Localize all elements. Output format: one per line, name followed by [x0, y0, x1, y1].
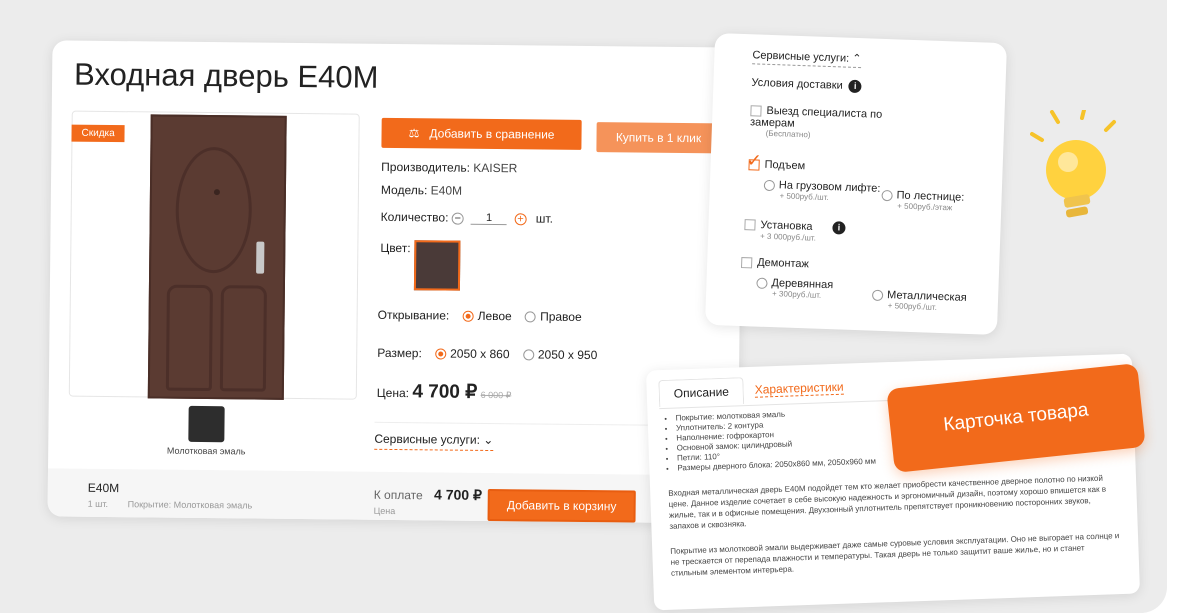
price-row: Цена: 4 700 ₽ 6 000 ₽ — [376, 381, 512, 403]
radio-size-860[interactable] — [435, 348, 447, 360]
scales-icon: ⚖ — [408, 126, 420, 141]
option-lift[interactable]: ✓ Подъем — [746, 150, 805, 172]
price-caption: Цена — [373, 505, 396, 517]
color-label: Цвет: — [380, 240, 411, 256]
door-image — [147, 114, 287, 400]
info-icon: i — [848, 79, 862, 94]
bar-qty: 1 шт. — [87, 498, 109, 510]
background: Входная дверь E40M Скидка Молотковая эма… — [0, 0, 1167, 613]
model-row: Модель: E40M — [380, 182, 463, 198]
opening-row: Открывание: Левое Правое — [377, 307, 582, 324]
plus-icon[interactable]: + — [514, 213, 527, 226]
services-toggle[interactable]: Сервисные услуги: ⌄ — [374, 431, 494, 452]
color-swatch[interactable] — [413, 240, 461, 291]
dismantle-metal[interactable]: Металлическая + 500руб./шт. — [871, 289, 967, 313]
tab-description[interactable]: Описание — [658, 377, 745, 408]
description-paragraph-1: Входная металлическая дверь E40M подойде… — [668, 473, 1107, 531]
quantity-input[interactable]: 1 — [471, 212, 508, 226]
checkbox-install — [744, 219, 756, 231]
swatch-label: Молотковая эмаль — [166, 445, 246, 457]
tab-specs[interactable]: Характеристики — [754, 379, 844, 398]
checkbox-dismantle — [741, 256, 753, 269]
option-visit[interactable]: Выезд специалиста по замерам (Бесплатно) — [750, 104, 891, 142]
minus-icon[interactable]: − — [451, 212, 464, 225]
add-to-compare-button[interactable]: ⚖ Добавить в сравнение — [381, 117, 582, 150]
lightbulb-icon — [1030, 110, 1116, 218]
product-image[interactable] — [68, 110, 360, 400]
bar-model: E40M — [87, 480, 120, 496]
option-install[interactable]: Установка i + 3 000руб./шт. — [744, 218, 846, 244]
texture-swatch[interactable] — [188, 405, 225, 443]
radio-size-950[interactable] — [522, 349, 534, 361]
add-to-cart-button[interactable]: Добавить в корзину — [487, 488, 636, 523]
info-icon: i — [832, 221, 846, 235]
option-dismantle[interactable]: Демонтаж — [741, 256, 809, 270]
sale-badge: Скидка — [71, 124, 125, 143]
price: 4 700 ₽ — [412, 381, 478, 403]
bar-coating: Покрытие: Молотковая эмаль — [127, 499, 253, 511]
product-card: Входная дверь E40M Скидка Молотковая эма… — [47, 40, 743, 524]
manufacturer-row: Производитель: KAISER — [381, 159, 518, 176]
description-paragraph-2: Покрытие из молотковой эмали выдерживает… — [670, 531, 1120, 578]
to-pay: К оплате 4 700 ₽ — [373, 486, 482, 503]
services-header[interactable]: Сервисные услуги: ⌃ — [752, 48, 862, 69]
lift-freight[interactable]: На грузовом лифте: + 500руб./шт. — [763, 179, 881, 204]
chevron-down-icon: ⌄ — [483, 432, 494, 448]
page-title: Входная дверь E40M — [73, 56, 379, 95]
radio-right[interactable] — [525, 311, 537, 323]
spec-list: Покрытие: молотковая эмаль Уплотнитель: … — [661, 407, 876, 474]
checkmark-icon: ✓ — [746, 150, 763, 171]
quantity-row: Количество: − 1 + шт. — [380, 209, 554, 226]
checkbox-visit — [750, 104, 762, 117]
size-row: Размер: 2050 x 860 2050 x 950 — [377, 345, 598, 363]
delivery-conditions[interactable]: Условия доставки i — [751, 76, 862, 94]
dismantle-wood[interactable]: Деревянная + 300руб./шт. — [756, 277, 833, 301]
services-panel: Сервисные услуги: ⌃ Условия доставки i Вы… — [704, 32, 1008, 336]
radio-left[interactable] — [462, 311, 474, 323]
old-price: 6 000 ₽ — [480, 389, 512, 401]
lift-stairs[interactable]: По лестнице: + 500руб./этаж — [881, 189, 965, 213]
buy-one-click-button[interactable]: Купить в 1 клик — [596, 122, 721, 154]
chevron-up-icon: ⌃ — [852, 52, 862, 66]
